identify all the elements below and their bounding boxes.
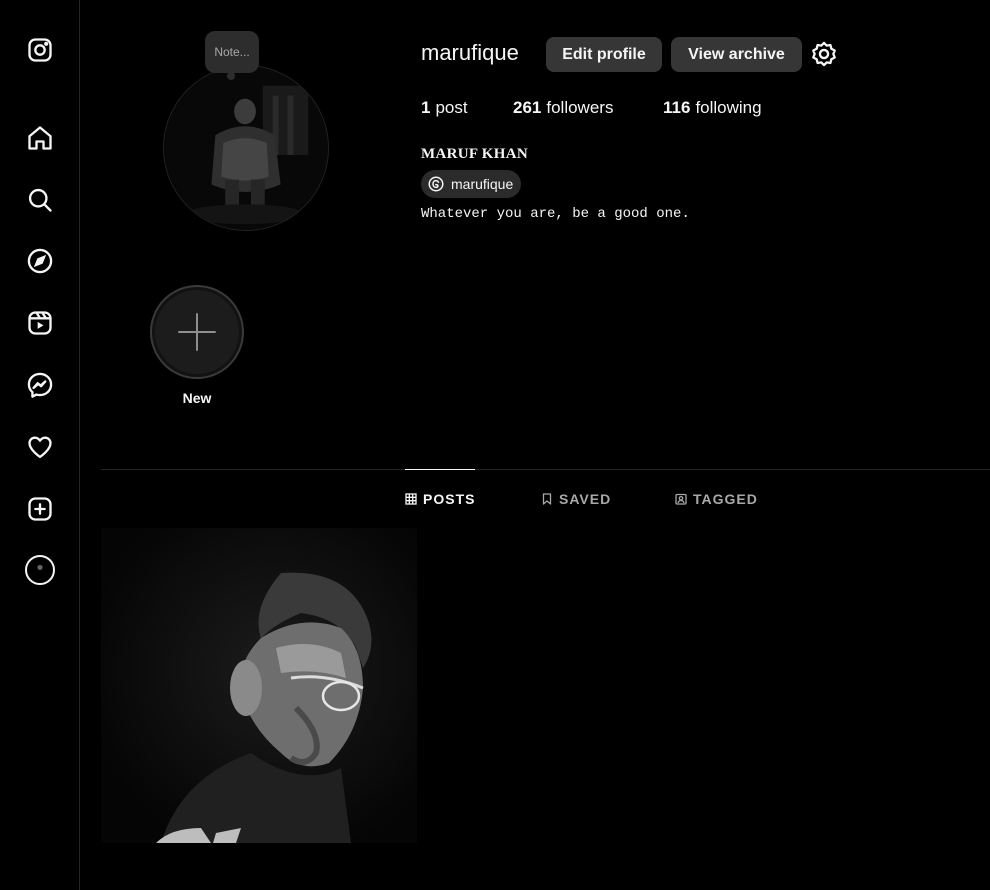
note-bubble[interactable]: Note...	[205, 31, 259, 80]
profile-avatar[interactable]	[163, 65, 329, 231]
explore-icon[interactable]	[23, 244, 57, 278]
profile-avatar-icon[interactable]	[23, 553, 57, 587]
gear-icon[interactable]	[810, 40, 838, 68]
instagram-logo-icon[interactable]	[23, 33, 57, 67]
home-icon[interactable]	[23, 121, 57, 155]
profile-bio: Whatever you are, be a good one.	[421, 206, 690, 222]
threads-badge[interactable]: marufique	[421, 170, 522, 198]
grid-icon	[405, 492, 417, 505]
profile-main: Note... marufique Edit profile View arch…	[81, 0, 990, 890]
tab-posts-label: POSTS	[423, 490, 476, 507]
following-stat[interactable]: 116 following	[663, 98, 762, 118]
view-archive-button[interactable]: View archive	[671, 37, 802, 72]
messenger-icon[interactable]	[23, 368, 57, 402]
post-thumbnail[interactable]	[101, 528, 417, 843]
edit-profile-button[interactable]: Edit profile	[546, 37, 662, 72]
plus-icon	[178, 313, 216, 351]
post-image	[101, 528, 417, 843]
followers-label: followers	[546, 98, 614, 117]
threads-icon	[428, 176, 444, 192]
search-icon[interactable]	[23, 183, 57, 217]
following-label: following	[695, 98, 762, 117]
profile-username: marufique	[421, 40, 519, 65]
threads-handle: marufique	[451, 176, 514, 192]
tab-tagged-label: TAGGED	[693, 491, 758, 507]
following-count: 116	[663, 98, 691, 117]
followers-stat[interactable]: 261 followers	[513, 98, 613, 118]
tagged-person-icon	[675, 493, 687, 505]
posts-label: post	[435, 98, 468, 117]
profile-full-name: MARUF KHAN	[421, 146, 529, 162]
tab-posts[interactable]: POSTS	[405, 469, 476, 527]
posts-stat: 1 post	[421, 98, 468, 118]
notifications-heart-icon[interactable]	[23, 430, 57, 464]
followers-count: 261	[513, 98, 542, 117]
tab-tagged[interactable]: TAGGED	[675, 470, 758, 528]
highlight-label: New	[182, 390, 212, 406]
new-highlight-button[interactable]	[150, 285, 244, 379]
reels-icon[interactable]	[23, 306, 57, 340]
posts-count: 1	[421, 98, 431, 117]
sidebar-nav	[0, 0, 80, 890]
create-plus-icon[interactable]	[23, 492, 57, 526]
tab-saved-label: SAVED	[559, 491, 612, 507]
tab-saved[interactable]: SAVED	[541, 470, 611, 528]
bookmark-icon	[542, 493, 552, 505]
